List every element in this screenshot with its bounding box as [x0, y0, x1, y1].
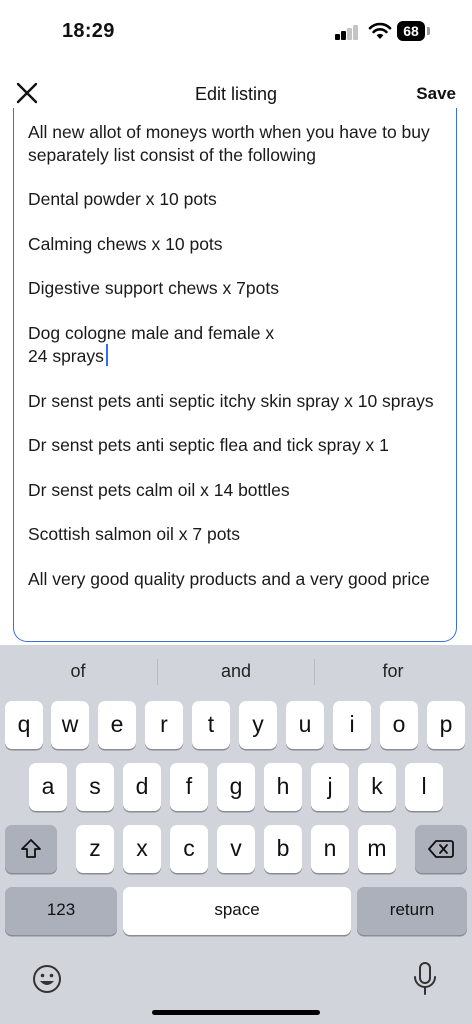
- description-paragraph: Dr senst pets anti septic itchy skin spr…: [28, 390, 434, 411]
- microphone-icon[interactable]: [412, 961, 438, 997]
- key-f[interactable]: f: [170, 763, 208, 811]
- wifi-icon: [368, 22, 392, 39]
- status-time: 18:29: [62, 20, 115, 42]
- space-key[interactable]: space: [123, 887, 351, 935]
- battery-cap: [427, 27, 430, 35]
- text-cursor: [105, 344, 108, 366]
- listing-description-field[interactable]: All new allot of moneys worth when you h…: [13, 108, 457, 642]
- suggestion-item[interactable]: and: [158, 661, 314, 682]
- key-h[interactable]: h: [264, 763, 302, 811]
- shift-key[interactable]: [5, 825, 57, 873]
- key-w[interactable]: w: [51, 701, 89, 749]
- description-paragraph: All new allot of moneys worth when you h…: [28, 122, 430, 165]
- key-i[interactable]: i: [333, 701, 371, 749]
- cellular-signal-icon: [335, 24, 361, 40]
- key-u[interactable]: u: [286, 701, 324, 749]
- suggestion-bar: of and for: [0, 645, 472, 697]
- key-m[interactable]: m: [358, 825, 396, 873]
- status-bar: 18:29 68: [0, 0, 472, 64]
- description-paragraph: All very good quality products and a ver…: [28, 568, 430, 589]
- key-j[interactable]: j: [311, 763, 349, 811]
- key-p[interactable]: p: [427, 701, 465, 749]
- key-e[interactable]: e: [98, 701, 136, 749]
- key-o[interactable]: o: [380, 701, 418, 749]
- key-z[interactable]: z: [76, 825, 114, 873]
- key-g[interactable]: g: [217, 763, 255, 811]
- key-v[interactable]: v: [217, 825, 255, 873]
- suggestion-item[interactable]: of: [0, 661, 156, 682]
- page-title: Edit listing: [194, 84, 278, 104]
- key-q[interactable]: q: [5, 701, 43, 749]
- key-k[interactable]: k: [358, 763, 396, 811]
- key-r[interactable]: r: [145, 701, 183, 749]
- key-s[interactable]: s: [76, 763, 114, 811]
- description-paragraph: Calming chews x 10 pots: [28, 233, 223, 254]
- suggestion-item[interactable]: for: [315, 661, 471, 682]
- keyboard: of and for q w e r t y u i o p a s d f g…: [0, 645, 472, 1024]
- description-paragraph-with-cursor: Dog cologne male and female x 24 sprays: [28, 322, 438, 368]
- return-key[interactable]: return: [357, 887, 467, 935]
- shift-icon: [21, 839, 41, 858]
- description-paragraph: Dog cologne male and female x 24 sprays: [28, 322, 275, 367]
- key-c[interactable]: c: [170, 825, 208, 873]
- listing-description-text[interactable]: All new allot of moneys worth when you h…: [28, 121, 438, 612]
- description-paragraph: Dr senst pets anti septic flea and tick …: [28, 435, 389, 455]
- numbers-key[interactable]: 123: [5, 887, 117, 935]
- key-d[interactable]: d: [123, 763, 161, 811]
- key-y[interactable]: y: [239, 701, 277, 749]
- backspace-icon: [428, 840, 454, 858]
- key-t[interactable]: t: [192, 701, 230, 749]
- description-paragraph: Scottish salmon oil x 7 pots: [28, 524, 241, 544]
- description-paragraph: Dr senst pets calm oil x 14 bottles: [28, 479, 290, 500]
- key-x[interactable]: x: [123, 825, 161, 873]
- home-indicator: [152, 1010, 320, 1015]
- key-l[interactable]: l: [405, 763, 443, 811]
- key-n[interactable]: n: [311, 825, 349, 873]
- battery-indicator: 68: [397, 21, 425, 41]
- emoji-icon[interactable]: [31, 963, 63, 995]
- description-paragraph: Dental powder x 10 pots: [28, 189, 217, 209]
- key-a[interactable]: a: [29, 763, 67, 811]
- backspace-key[interactable]: [415, 825, 467, 873]
- save-button[interactable]: Save: [416, 84, 456, 104]
- key-b[interactable]: b: [264, 825, 302, 873]
- description-paragraph: Digestive support chews x 7pots: [28, 278, 279, 298]
